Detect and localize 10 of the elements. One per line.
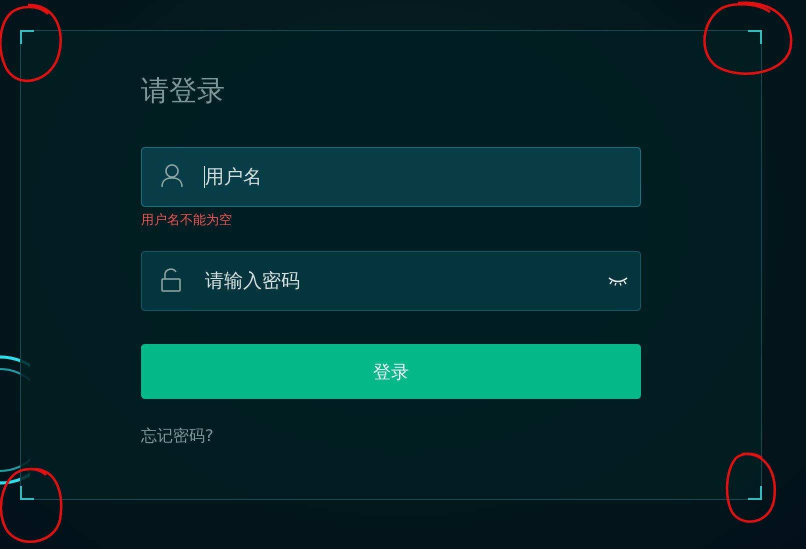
- input-field[interactable]: 请输入密码: [141, 251, 641, 311]
- forgot-password-link[interactable]: 忘记密码?: [141, 426, 214, 447]
- corner-bracket-icon: [748, 486, 762, 500]
- closed-eye-icon[interactable]: [608, 276, 628, 286]
- corner-bracket-icon: [20, 30, 34, 44]
- login-title: 请登录: [141, 73, 225, 109]
- corner-bracket-icon: [20, 486, 34, 500]
- error-message: 用户名不能为空: [141, 212, 232, 229]
- input-field[interactable]: 用户名: [141, 147, 641, 207]
- corner-bracket-icon: [748, 30, 762, 44]
